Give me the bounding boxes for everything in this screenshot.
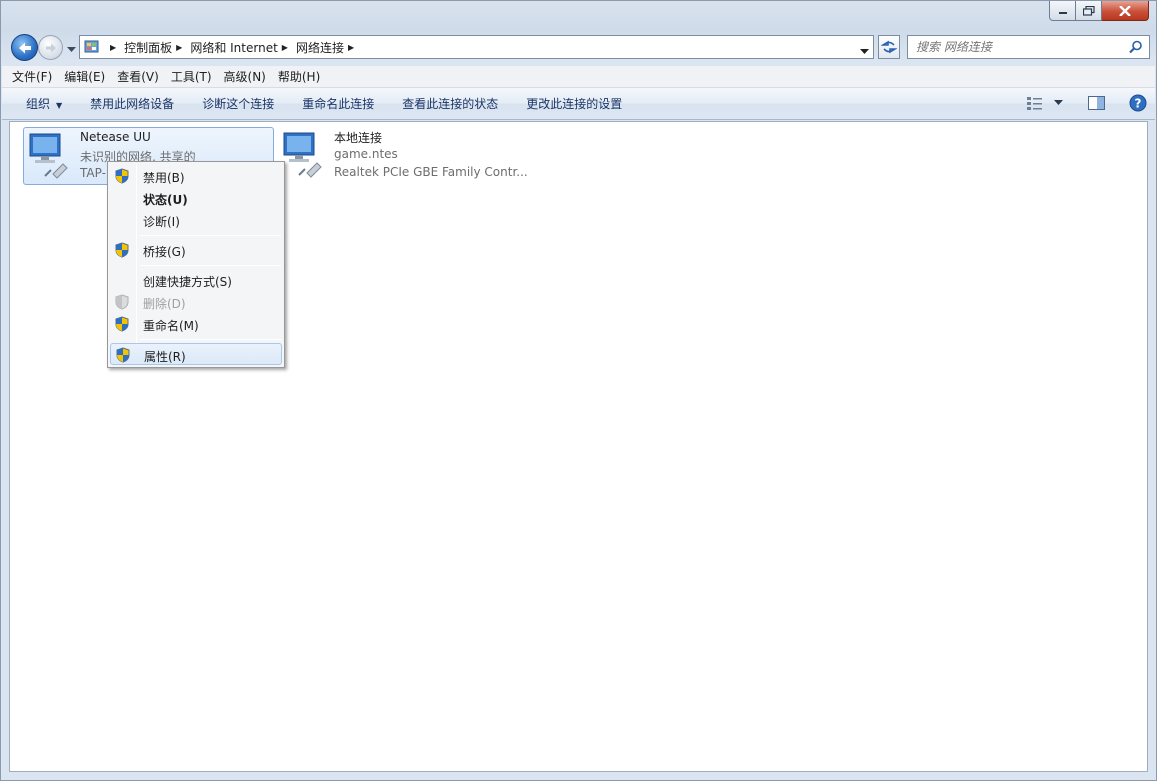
context-item-diagnose[interactable]: 诊断(I) (110, 209, 282, 231)
menu-edit[interactable]: 编辑(E) (58, 68, 111, 85)
view-options-chevron-icon[interactable] (1054, 100, 1063, 106)
address-bar[interactable]: ▶ 控制面板 ▶ 网络和 Internet ▶ 网络连接 ▶ (79, 35, 874, 59)
control-panel-icon (84, 40, 99, 53)
context-item-create-shortcut[interactable]: 创建快捷方式(S) (110, 269, 282, 291)
command-bar: 组织 ▼ 禁用此网络设备 诊断这个连接 重命名此连接 查看此连接的状态 更改此连接… (2, 88, 1155, 120)
context-item-status[interactable]: 状态(U) (110, 187, 282, 209)
menu-help[interactable]: 帮助(H) (272, 68, 326, 85)
chevron-down-icon (860, 49, 869, 54)
connection-device: TAP- (80, 166, 106, 180)
change-settings-button[interactable]: 更改此连接的设置 (512, 95, 636, 112)
back-button[interactable] (11, 34, 38, 61)
view-status-button[interactable]: 查看此连接的状态 (388, 95, 512, 112)
refresh-icon (881, 40, 897, 54)
view-controls: ? (1026, 94, 1147, 112)
explorer-window: ▶ 控制面板 ▶ 网络和 Internet ▶ 网络连接 ▶ 搜索 网络连接 文… (0, 0, 1157, 781)
svg-text:?: ? (1135, 97, 1142, 111)
network-connection-icon (29, 133, 68, 179)
context-item-properties[interactable]: 属性(R) (110, 343, 282, 365)
context-separator (140, 339, 281, 340)
breadcrumb-control-panel[interactable]: 控制面板 ▶ (124, 39, 190, 56)
breadcrumb-network-connections[interactable]: 网络连接 ▶ (296, 39, 362, 56)
forward-button[interactable] (38, 35, 63, 60)
menu-view[interactable]: 查看(V) (111, 68, 165, 85)
rename-connection-button[interactable]: 重命名此连接 (288, 95, 388, 112)
back-arrow-icon (18, 42, 31, 53)
disable-device-button[interactable]: 禁用此网络设备 (76, 95, 188, 112)
change-view-icon[interactable] (1026, 95, 1044, 111)
connection-status: game.ntes (334, 147, 398, 161)
context-item-bridge[interactable]: 桥接(G) (110, 239, 282, 261)
minimize-button[interactable] (1049, 1, 1076, 21)
caption-buttons (1049, 1, 1149, 21)
uac-shield-icon (115, 242, 129, 258)
search-box[interactable] (907, 35, 1150, 59)
menu-file[interactable]: 文件(F) (6, 68, 58, 85)
context-item-rename[interactable]: 重命名(M) (110, 313, 282, 335)
chevron-down-icon: ▼ (56, 101, 63, 110)
address-history-dropdown[interactable] (860, 44, 869, 58)
forward-arrow-icon (45, 43, 56, 52)
close-icon (1119, 5, 1131, 16)
diagnose-connection-button[interactable]: 诊断这个连接 (188, 95, 288, 112)
organize-button[interactable]: 组织 ▼ (2, 95, 76, 112)
uac-shield-disabled-icon (115, 294, 129, 310)
network-connection-icon (283, 132, 322, 178)
uac-shield-icon (115, 316, 129, 332)
refresh-button[interactable] (878, 35, 900, 59)
context-separator (140, 235, 281, 236)
connection-device: Realtek PCIe GBE Family Contr... (334, 165, 528, 179)
menu-advanced[interactable]: 高级(N) (218, 68, 272, 85)
uac-shield-icon (115, 168, 129, 184)
connection-name: 本地连接 (334, 131, 383, 145)
context-item-disable[interactable]: 禁用(B) (110, 165, 282, 187)
chevron-down-icon (67, 47, 76, 52)
restore-icon (1082, 5, 1095, 16)
close-button[interactable] (1102, 1, 1149, 21)
connection-name: Netease UU (80, 130, 151, 144)
context-menu: 禁用(B) 状态(U) 诊断(I) 桥接(G) 创建快捷方式(S) 删除(D) … (107, 161, 285, 368)
menu-bar: 文件(F) 编辑(E) 查看(V) 工具(T) 高级(N) 帮助(H) (2, 66, 1155, 88)
connection-item-local[interactable]: 本地连接 game.ntes Realtek PCIe GBE Family C… (278, 127, 538, 185)
breadcrumb-root-arrow[interactable]: ▶ (106, 43, 124, 52)
breadcrumb-network-internet[interactable]: 网络和 Internet ▶ (190, 39, 296, 56)
navigation-bar: ▶ 控制面板 ▶ 网络和 Internet ▶ 网络连接 ▶ (9, 32, 1150, 62)
recent-pages-dropdown[interactable] (67, 42, 76, 56)
search-input[interactable] (916, 40, 1116, 54)
menu-tools[interactable]: 工具(T) (165, 68, 218, 85)
context-separator (140, 265, 281, 266)
context-item-delete: 删除(D) (110, 291, 282, 313)
preview-pane-icon[interactable] (1087, 95, 1107, 111)
search-icon[interactable] (1129, 40, 1143, 54)
uac-shield-icon (116, 347, 130, 363)
minimize-icon (1058, 11, 1067, 14)
maximize-button[interactable] (1076, 1, 1102, 21)
help-icon[interactable]: ? (1129, 94, 1147, 112)
